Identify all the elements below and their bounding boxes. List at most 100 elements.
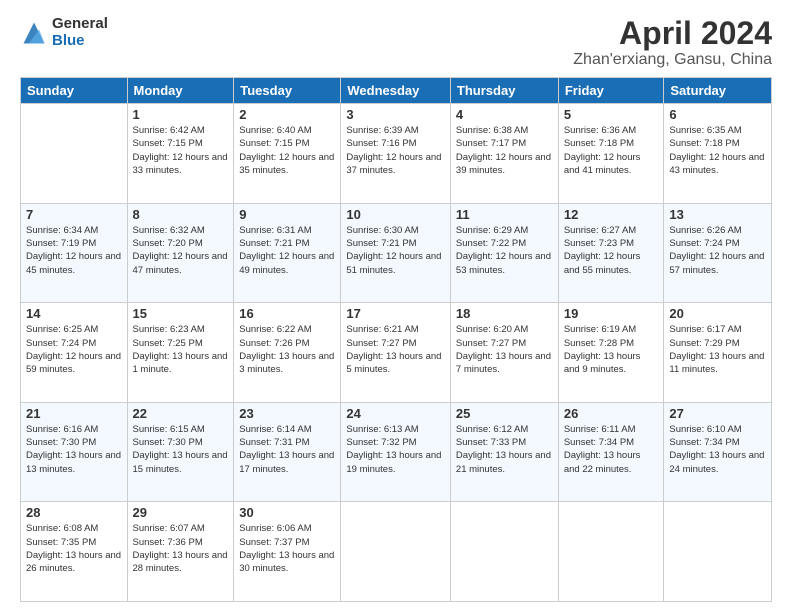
- calendar-week-3: 14Sunrise: 6:25 AM Sunset: 7:24 PM Dayli…: [21, 303, 772, 403]
- calendar-cell: 25 Sunrise: 6:12 AM Sunset: 7:33 PM Dayli…: [450, 402, 558, 502]
- cell-info: Sunrise: 6:42 AM Sunset: 7:15 PM Dayligh…: [133, 124, 229, 177]
- cell-day-number: 28: [26, 505, 122, 520]
- calendar-cell: 17 Sunrise: 6:21 AM Sunset: 7:27 PM Dayli…: [341, 303, 451, 403]
- calendar-cell: 14Sunrise: 6:25 AM Sunset: 7:24 PM Dayli…: [21, 303, 128, 403]
- cell-day-number: 27: [669, 406, 766, 421]
- cell-info: Sunrise: 6:21 AM Sunset: 7:27 PM Dayligh…: [346, 323, 445, 376]
- cell-day-number: 18: [456, 306, 553, 321]
- cell-day-number: 20: [669, 306, 766, 321]
- calendar-cell: 4Sunrise: 6:38 AM Sunset: 7:17 PM Daylig…: [450, 104, 558, 204]
- logo-blue-text: Blue: [52, 33, 108, 50]
- cell-day-number: 7: [26, 207, 122, 222]
- calendar-cell: 10Sunrise: 6:30 AM Sunset: 7:21 PM Dayli…: [341, 203, 451, 303]
- cell-info: Sunrise: 6:20 AM Sunset: 7:27 PM Dayligh…: [456, 323, 553, 376]
- cell-info: Sunrise: 6:32 AM Sunset: 7:20 PM Dayligh…: [133, 224, 229, 277]
- calendar-cell: 26 Sunrise: 6:11 AM Sunset: 7:34 PM Dayli…: [558, 402, 664, 502]
- calendar-week-4: 21 Sunrise: 6:16 AM Sunset: 7:30 PM Dayli…: [21, 402, 772, 502]
- calendar-cell: [21, 104, 128, 204]
- header-cell-wednesday: Wednesday: [341, 78, 451, 104]
- calendar-cell: 15 Sunrise: 6:23 AM Sunset: 7:25 PM Dayli…: [127, 303, 234, 403]
- cell-day-number: 19: [564, 306, 659, 321]
- cell-day-number: 17: [346, 306, 445, 321]
- cell-info: Sunrise: 6:19 AM Sunset: 7:28 PM Dayligh…: [564, 323, 659, 376]
- header-row: SundayMondayTuesdayWednesdayThursdayFrid…: [21, 78, 772, 104]
- cell-day-number: 29: [133, 505, 229, 520]
- calendar-cell: 11 Sunrise: 6:29 AM Sunset: 7:22 PM Dayli…: [450, 203, 558, 303]
- calendar-cell: [558, 502, 664, 602]
- cell-info: Sunrise: 6:35 AM Sunset: 7:18 PM Dayligh…: [669, 124, 766, 177]
- calendar-week-2: 7Sunrise: 6:34 AM Sunset: 7:19 PM Daylig…: [21, 203, 772, 303]
- calendar-cell: 12 Sunrise: 6:27 AM Sunset: 7:23 PM Dayli…: [558, 203, 664, 303]
- cell-info: Sunrise: 6:36 AM Sunset: 7:18 PM Dayligh…: [564, 124, 659, 177]
- cell-info: Sunrise: 6:40 AM Sunset: 7:15 PM Dayligh…: [239, 124, 335, 177]
- calendar-week-1: 1 Sunrise: 6:42 AM Sunset: 7:15 PM Daylig…: [21, 104, 772, 204]
- cell-info: Sunrise: 6:12 AM Sunset: 7:33 PM Dayligh…: [456, 423, 553, 476]
- header-cell-thursday: Thursday: [450, 78, 558, 104]
- page: General Blue April 2024 Zhan'erxiang, Ga…: [0, 0, 792, 612]
- cell-day-number: 12: [564, 207, 659, 222]
- calendar-cell: 2 Sunrise: 6:40 AM Sunset: 7:15 PM Daylig…: [234, 104, 341, 204]
- cell-day-number: 25: [456, 406, 553, 421]
- calendar-table: SundayMondayTuesdayWednesdayThursdayFrid…: [20, 77, 772, 602]
- cell-info: Sunrise: 6:16 AM Sunset: 7:30 PM Dayligh…: [26, 423, 122, 476]
- logo: General Blue: [20, 16, 108, 49]
- calendar-cell: 6 Sunrise: 6:35 AM Sunset: 7:18 PM Daylig…: [664, 104, 772, 204]
- cell-info: Sunrise: 6:11 AM Sunset: 7:34 PM Dayligh…: [564, 423, 659, 476]
- calendar-cell: 1 Sunrise: 6:42 AM Sunset: 7:15 PM Daylig…: [127, 104, 234, 204]
- calendar-cell: 3 Sunrise: 6:39 AM Sunset: 7:16 PM Daylig…: [341, 104, 451, 204]
- cell-day-number: 5: [564, 107, 659, 122]
- logo-icon: [20, 19, 48, 47]
- header-cell-saturday: Saturday: [664, 78, 772, 104]
- calendar-cell: 30Sunrise: 6:06 AM Sunset: 7:37 PM Dayli…: [234, 502, 341, 602]
- cell-info: Sunrise: 6:38 AM Sunset: 7:17 PM Dayligh…: [456, 124, 553, 177]
- cell-info: Sunrise: 6:25 AM Sunset: 7:24 PM Dayligh…: [26, 323, 122, 376]
- calendar-cell: 22Sunrise: 6:15 AM Sunset: 7:30 PM Dayli…: [127, 402, 234, 502]
- calendar-cell: 9Sunrise: 6:31 AM Sunset: 7:21 PM Daylig…: [234, 203, 341, 303]
- cell-day-number: 22: [133, 406, 229, 421]
- cell-info: Sunrise: 6:30 AM Sunset: 7:21 PM Dayligh…: [346, 224, 445, 277]
- cell-day-number: 6: [669, 107, 766, 122]
- cell-day-number: 15: [133, 306, 229, 321]
- calendar-cell: 19 Sunrise: 6:19 AM Sunset: 7:28 PM Dayli…: [558, 303, 664, 403]
- logo-text: General Blue: [52, 16, 108, 49]
- cell-day-number: 8: [133, 207, 229, 222]
- cell-info: Sunrise: 6:27 AM Sunset: 7:23 PM Dayligh…: [564, 224, 659, 277]
- cell-info: Sunrise: 6:23 AM Sunset: 7:25 PM Dayligh…: [133, 323, 229, 376]
- cell-info: Sunrise: 6:06 AM Sunset: 7:37 PM Dayligh…: [239, 522, 335, 575]
- cell-info: Sunrise: 6:39 AM Sunset: 7:16 PM Dayligh…: [346, 124, 445, 177]
- calendar-cell: 20Sunrise: 6:17 AM Sunset: 7:29 PM Dayli…: [664, 303, 772, 403]
- header: General Blue April 2024 Zhan'erxiang, Ga…: [20, 16, 772, 69]
- cell-info: Sunrise: 6:26 AM Sunset: 7:24 PM Dayligh…: [669, 224, 766, 277]
- cell-day-number: 2: [239, 107, 335, 122]
- calendar-header: SundayMondayTuesdayWednesdayThursdayFrid…: [21, 78, 772, 104]
- cell-info: Sunrise: 6:29 AM Sunset: 7:22 PM Dayligh…: [456, 224, 553, 277]
- cell-day-number: 11: [456, 207, 553, 222]
- cell-day-number: 3: [346, 107, 445, 122]
- calendar-cell: 7Sunrise: 6:34 AM Sunset: 7:19 PM Daylig…: [21, 203, 128, 303]
- header-cell-tuesday: Tuesday: [234, 78, 341, 104]
- cell-day-number: 26: [564, 406, 659, 421]
- title-block: April 2024 Zhan'erxiang, Gansu, China: [573, 16, 772, 69]
- calendar-cell: 23 Sunrise: 6:14 AM Sunset: 7:31 PM Dayli…: [234, 402, 341, 502]
- calendar-cell: 18 Sunrise: 6:20 AM Sunset: 7:27 PM Dayli…: [450, 303, 558, 403]
- calendar-body: 1 Sunrise: 6:42 AM Sunset: 7:15 PM Daylig…: [21, 104, 772, 602]
- cell-info: Sunrise: 6:10 AM Sunset: 7:34 PM Dayligh…: [669, 423, 766, 476]
- calendar-cell: 21 Sunrise: 6:16 AM Sunset: 7:30 PM Dayli…: [21, 402, 128, 502]
- calendar-cell: 27 Sunrise: 6:10 AM Sunset: 7:34 PM Dayli…: [664, 402, 772, 502]
- cell-info: Sunrise: 6:07 AM Sunset: 7:36 PM Dayligh…: [133, 522, 229, 575]
- cell-day-number: 1: [133, 107, 229, 122]
- header-cell-monday: Monday: [127, 78, 234, 104]
- header-cell-sunday: Sunday: [21, 78, 128, 104]
- cell-day-number: 9: [239, 207, 335, 222]
- cell-info: Sunrise: 6:13 AM Sunset: 7:32 PM Dayligh…: [346, 423, 445, 476]
- cell-day-number: 21: [26, 406, 122, 421]
- cell-day-number: 24: [346, 406, 445, 421]
- main-title: April 2024: [573, 16, 772, 51]
- calendar-cell: 29 Sunrise: 6:07 AM Sunset: 7:36 PM Dayli…: [127, 502, 234, 602]
- subtitle: Zhan'erxiang, Gansu, China: [573, 51, 772, 69]
- cell-day-number: 23: [239, 406, 335, 421]
- cell-info: Sunrise: 6:14 AM Sunset: 7:31 PM Dayligh…: [239, 423, 335, 476]
- calendar-cell: 8 Sunrise: 6:32 AM Sunset: 7:20 PM Daylig…: [127, 203, 234, 303]
- header-cell-friday: Friday: [558, 78, 664, 104]
- calendar-cell: [450, 502, 558, 602]
